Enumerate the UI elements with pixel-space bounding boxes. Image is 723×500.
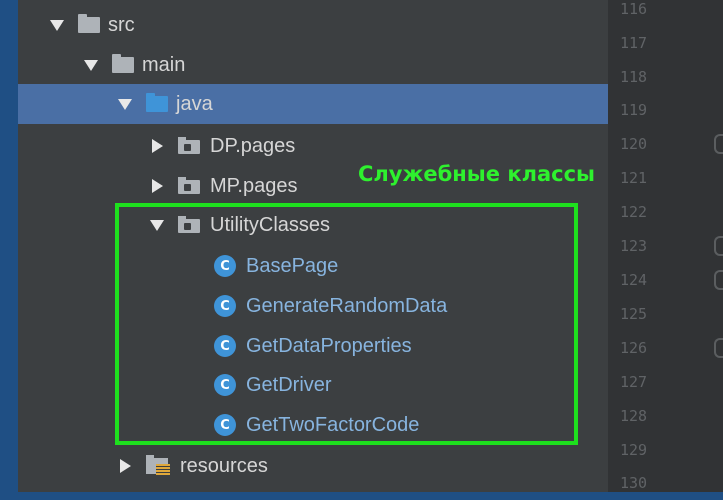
line-number: 130 xyxy=(620,474,648,492)
fold-marker-icon[interactable] xyxy=(714,134,723,154)
source-folder-icon xyxy=(146,93,168,112)
highlight-box xyxy=(115,203,578,445)
tree-item-dp-pages[interactable]: DP.pages xyxy=(18,126,608,166)
line-number: 128 xyxy=(620,407,648,425)
tree-item-label: src xyxy=(108,13,135,36)
fold-marker-icon[interactable] xyxy=(714,270,723,290)
tree-item-main[interactable]: main xyxy=(18,45,608,85)
package-icon xyxy=(178,177,202,194)
line-number: 124 xyxy=(620,271,648,289)
line-number: 117 xyxy=(620,34,648,52)
folder-icon xyxy=(78,14,100,33)
line-number: 120 xyxy=(620,135,648,153)
chevron-down-icon[interactable] xyxy=(84,59,98,71)
tree-item-resources[interactable]: resources xyxy=(18,446,608,486)
tree-item-java[interactable]: java xyxy=(18,84,608,124)
chevron-right-icon[interactable] xyxy=(120,459,131,473)
chevron-right-icon[interactable] xyxy=(152,139,163,153)
line-number: 127 xyxy=(620,373,648,391)
chevron-right-icon[interactable] xyxy=(152,179,163,193)
tree-item-label: resources xyxy=(180,454,268,477)
tree-item-label: MP.pages xyxy=(210,174,298,197)
tree-item-label: main xyxy=(142,53,186,76)
line-number: 121 xyxy=(620,169,648,187)
fold-marker-icon[interactable] xyxy=(714,236,723,256)
tree-item-label: DP.pages xyxy=(210,134,296,157)
package-icon xyxy=(178,137,202,154)
resources-folder-icon xyxy=(146,455,172,476)
tree-item-src[interactable]: src xyxy=(18,5,608,45)
line-number: 118 xyxy=(620,68,648,86)
project-tree: src main java DP.pages MP.pages UtilityC… xyxy=(18,0,608,492)
line-number: 126 xyxy=(620,339,648,357)
line-number: 125 xyxy=(620,305,648,323)
chevron-down-icon[interactable] xyxy=(50,19,64,31)
fold-marker-icon[interactable] xyxy=(714,338,723,358)
chevron-down-icon[interactable] xyxy=(118,98,132,110)
line-number: 122 xyxy=(620,203,648,221)
annotation-label: Служебные классы xyxy=(358,162,596,186)
editor-gutter: 116 117 118 119 120 121 122 123 124 125 … xyxy=(608,0,723,492)
folder-icon xyxy=(112,54,134,73)
tree-item-label: java xyxy=(176,92,213,115)
line-number: 116 xyxy=(620,0,648,18)
ide-window: src main java DP.pages MP.pages UtilityC… xyxy=(18,0,723,492)
line-number: 119 xyxy=(620,101,648,119)
line-number: 123 xyxy=(620,237,648,255)
line-number: 129 xyxy=(620,441,648,459)
